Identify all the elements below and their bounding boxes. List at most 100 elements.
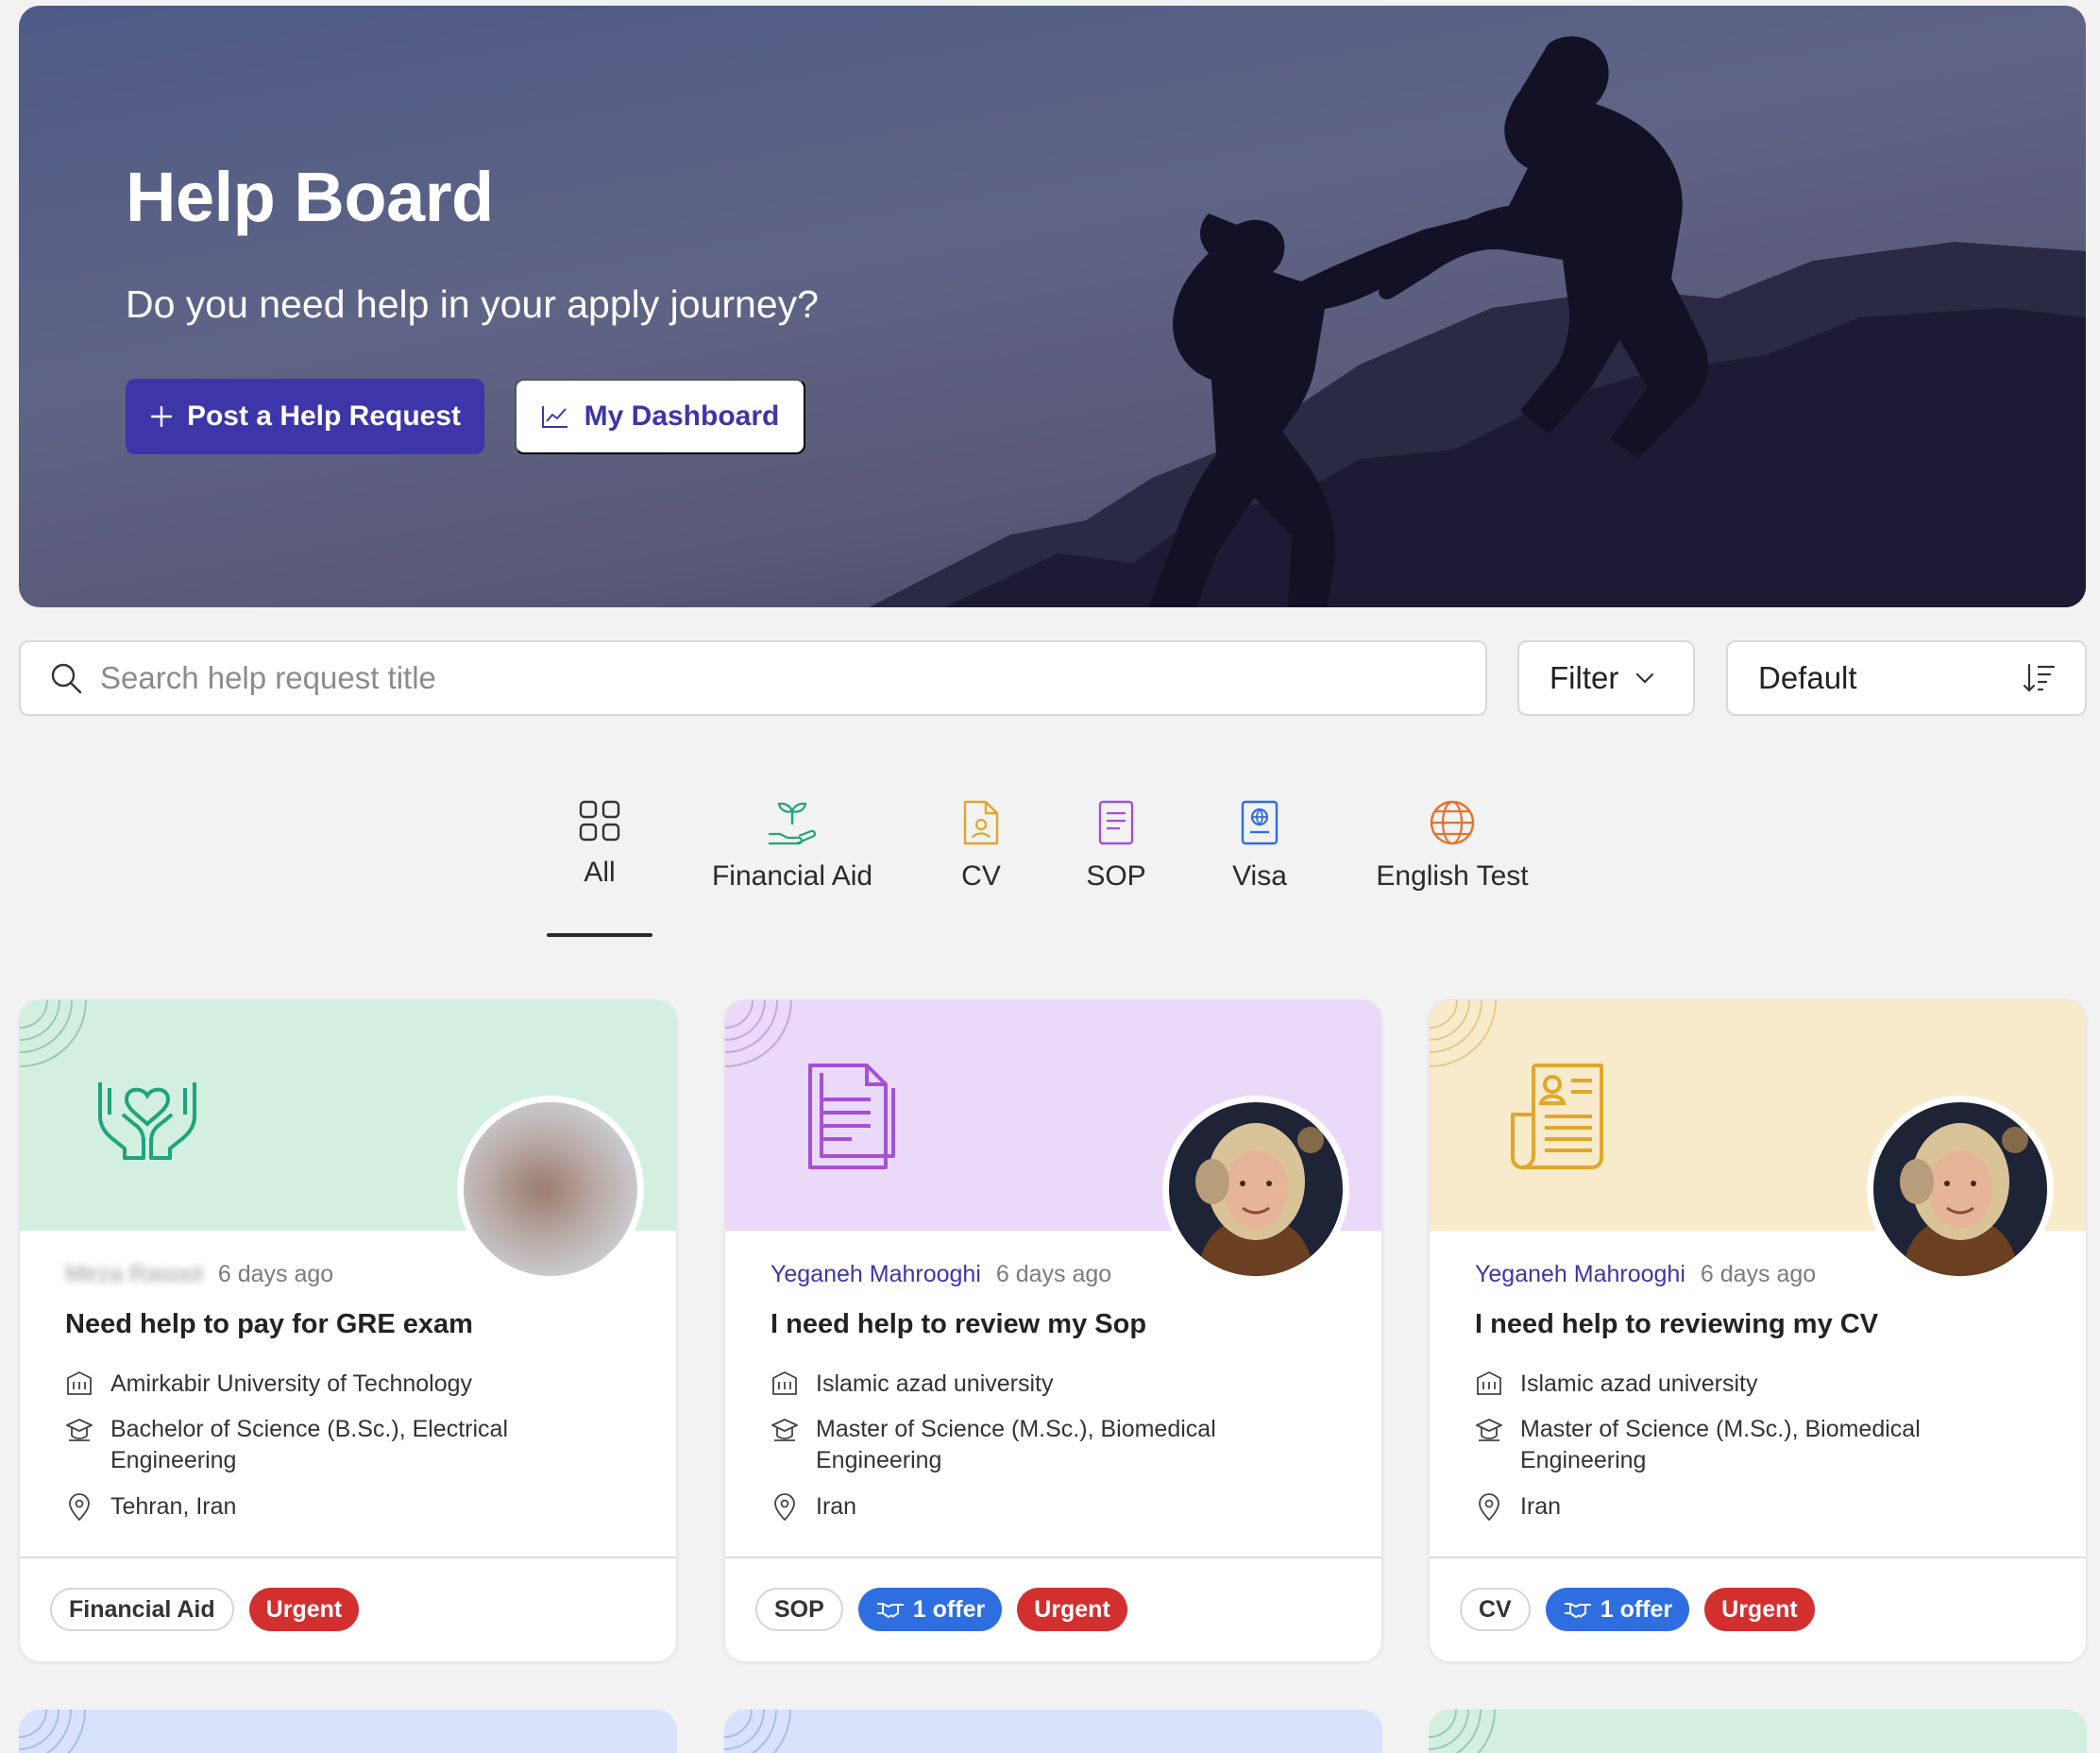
active-tab-indicator — [547, 933, 652, 937]
help-request-card[interactable]: Mirza Rasool 6 days ago Need help to pay… — [19, 999, 677, 1662]
decorative-arcs — [1430, 1000, 1497, 1067]
category-tag[interactable]: Financial Aid — [50, 1588, 234, 1631]
handshake-icon — [1564, 1603, 1591, 1618]
location: Iran — [1520, 1493, 1562, 1520]
urgent-badge: Urgent — [248, 1588, 360, 1631]
graduation-cap-icon — [771, 1419, 798, 1441]
search-input[interactable]: Search help request title — [19, 640, 1487, 716]
degree-field: Engineering — [1520, 1447, 1647, 1473]
tab-all[interactable]: All — [547, 798, 652, 889]
tab-financial-aid-label: Financial Aid — [711, 860, 873, 892]
avatar[interactable] — [1162, 1096, 1349, 1283]
handshake-icon — [876, 1603, 904, 1618]
chevron-down-icon — [1636, 672, 1654, 684]
tab-english-test-label: English Test — [1376, 860, 1529, 892]
help-request-card-partial[interactable] — [1429, 1710, 2087, 1753]
offer-count: 1 offer — [1600, 1595, 1673, 1623]
filter-label: Filter — [1550, 660, 1619, 695]
degree-field: Engineering — [110, 1447, 237, 1473]
passport-icon — [1241, 800, 1279, 845]
location-pin-icon — [1479, 1493, 1499, 1522]
page-title: Help Board — [126, 158, 494, 236]
card-divider — [725, 1557, 1381, 1558]
tab-cv-label: CV — [961, 860, 1001, 892]
decorative-arcs — [1429, 1710, 1496, 1753]
tab-financial-aid[interactable]: Financial Aid — [711, 798, 873, 893]
graduation-cap-icon — [1476, 1419, 1502, 1441]
tab-visa[interactable]: Visa — [1228, 798, 1292, 893]
tab-cv[interactable]: CV — [949, 798, 1013, 893]
line-chart-icon — [541, 406, 567, 428]
card-title[interactable]: I need help to review my Sop — [771, 1309, 1146, 1340]
university: Islamic azad university — [816, 1370, 1054, 1397]
location: Tehran, Iran — [110, 1493, 237, 1520]
location-pin-icon — [774, 1493, 795, 1522]
decorative-arcs — [724, 1710, 791, 1753]
search-placeholder: Search help request title — [100, 660, 436, 695]
location: Iran — [816, 1493, 857, 1520]
university-icon — [1477, 1370, 1501, 1395]
category-tag[interactable]: SOP — [755, 1588, 843, 1631]
decorative-arcs — [725, 1000, 792, 1067]
avatar[interactable] — [1867, 1096, 2054, 1283]
degree: Master of Science (M.Sc.), Biomedical — [1520, 1416, 1921, 1442]
post-time: 6 days ago — [217, 1261, 334, 1287]
tab-visa-label: Visa — [1232, 860, 1287, 892]
offer-count: 1 offer — [912, 1595, 986, 1623]
help-request-card[interactable]: Yeganeh Mahrooghi 6 days ago I need help… — [1429, 999, 2087, 1662]
tab-sop-label: SOP — [1086, 860, 1146, 892]
urgent-badge: Urgent — [1017, 1588, 1127, 1631]
degree: Bachelor of Science (B.Sc.), Electrical — [110, 1416, 508, 1442]
card-title[interactable]: I need help to reviewing my CV — [1475, 1309, 1878, 1340]
plus-icon — [150, 405, 173, 428]
university: Amirkabir University of Technology — [110, 1370, 473, 1397]
author-name[interactable]: Yeganeh Mahrooghi — [771, 1261, 981, 1288]
university-icon — [67, 1370, 92, 1395]
hero-banner: Help Board Do you need help in your appl… — [19, 6, 2086, 607]
tab-sop[interactable]: SOP — [1084, 798, 1148, 893]
category-tag[interactable]: CV — [1460, 1588, 1531, 1631]
avatar[interactable] — [457, 1096, 644, 1283]
plant-hand-icon — [769, 802, 816, 845]
my-dashboard-button[interactable]: My Dashboard — [515, 379, 805, 454]
offer-badge: 1 offer — [1545, 1588, 1690, 1631]
decorative-arcs — [20, 1000, 87, 1067]
sort-icon — [2023, 663, 2056, 692]
author-name[interactable]: Mirza Rasool — [65, 1261, 203, 1288]
degree: Master of Science (M.Sc.), Biomedical — [816, 1416, 1216, 1442]
post-time: 6 days ago — [1700, 1261, 1817, 1287]
help-request-card-partial[interactable] — [724, 1710, 1382, 1753]
decorative-arcs — [19, 1710, 86, 1753]
post-help-request-button[interactable]: Post a Help Request — [126, 379, 484, 454]
profile-photo — [1873, 1102, 2047, 1276]
cv-file-icon — [963, 800, 999, 845]
offer-badge: 1 offer — [857, 1588, 1003, 1631]
sort-dropdown[interactable]: Default — [1726, 640, 2087, 716]
help-request-card[interactable]: Yeganeh Mahrooghi 6 days ago I need help… — [724, 999, 1382, 1662]
post-help-request-label: Post a Help Request — [186, 400, 462, 432]
resume-icon — [1511, 1064, 1603, 1169]
card-divider — [1430, 1557, 2086, 1558]
post-time: 6 days ago — [995, 1261, 1112, 1287]
document-icon — [1098, 800, 1134, 845]
degree-field: Engineering — [816, 1447, 942, 1473]
document-icon — [808, 1064, 895, 1169]
heart-hands-icon — [98, 1082, 196, 1160]
urgent-badge: Urgent — [1704, 1588, 1815, 1631]
author-name[interactable]: Yeganeh Mahrooghi — [1475, 1261, 1685, 1288]
search-icon — [51, 663, 82, 694]
sort-label: Default — [1758, 660, 1857, 695]
card-divider — [20, 1557, 676, 1558]
university-icon — [772, 1370, 797, 1395]
my-dashboard-label: My Dashboard — [584, 400, 780, 432]
globe-icon — [1430, 800, 1475, 845]
help-request-card-partial[interactable] — [19, 1710, 677, 1753]
grid-icon — [579, 800, 620, 842]
university: Islamic azad university — [1520, 1370, 1758, 1397]
card-title[interactable]: Need help to pay for GRE exam — [65, 1309, 473, 1340]
filter-dropdown[interactable]: Filter — [1517, 640, 1695, 716]
tab-all-label: All — [584, 857, 616, 888]
tab-english-test[interactable]: English Test — [1371, 798, 1533, 893]
page-subtitle: Do you need help in your apply journey? — [126, 282, 819, 326]
location-pin-icon — [69, 1493, 90, 1522]
